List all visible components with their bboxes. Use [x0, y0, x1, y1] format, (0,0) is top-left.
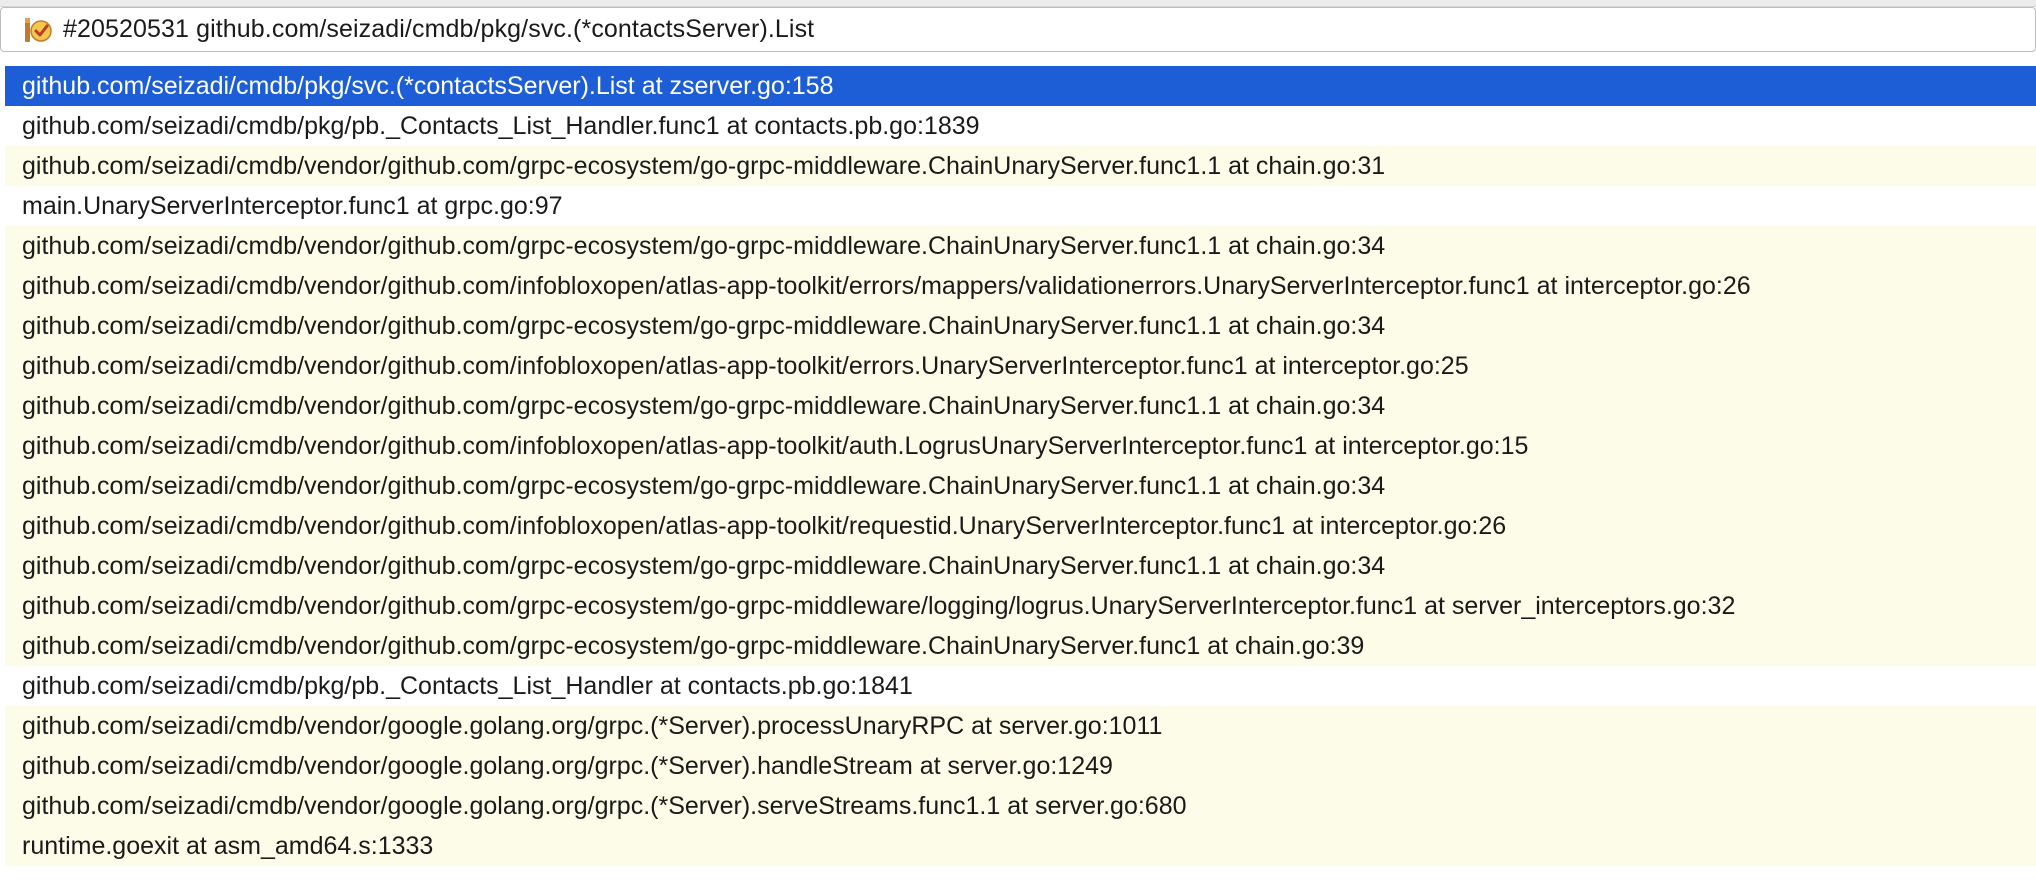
stack-frame[interactable]: runtime.goexit at asm_amd64.s:1333	[5, 826, 2036, 866]
goroutine-icon	[25, 17, 52, 42]
stack-frame[interactable]: github.com/seizadi/cmdb/pkg/pb._Contacts…	[5, 106, 2036, 146]
stack-frame[interactable]: github.com/seizadi/cmdb/vendor/github.co…	[5, 546, 2036, 586]
stack-frame[interactable]: github.com/seizadi/cmdb/vendor/github.co…	[5, 146, 2036, 186]
stack-frame[interactable]: github.com/seizadi/cmdb/vendor/github.co…	[5, 626, 2036, 666]
stack-frame[interactable]: github.com/seizadi/cmdb/vendor/google.go…	[5, 786, 2036, 826]
goroutine-selector-label: #20520531 github.com/seizadi/cmdb/pkg/sv…	[63, 15, 815, 43]
stack-frame[interactable]: github.com/seizadi/cmdb/vendor/github.co…	[5, 306, 2036, 346]
stack-frame[interactable]: github.com/seizadi/cmdb/vendor/github.co…	[5, 266, 2036, 306]
debugger-frames-panel: #20520531 github.com/seizadi/cmdb/pkg/sv…	[0, 0, 2036, 880]
stack-frame[interactable]: github.com/seizadi/cmdb/vendor/github.co…	[5, 226, 2036, 266]
stack-frame[interactable]: github.com/seizadi/cmdb/vendor/google.go…	[5, 706, 2036, 746]
stack-frame[interactable]: github.com/seizadi/cmdb/vendor/github.co…	[5, 586, 2036, 626]
stack-frame[interactable]: github.com/seizadi/cmdb/vendor/github.co…	[5, 426, 2036, 466]
stack-frames-list: github.com/seizadi/cmdb/pkg/svc.(*contac…	[5, 66, 2036, 866]
stack-frame[interactable]: github.com/seizadi/cmdb/vendor/github.co…	[5, 506, 2036, 546]
stack-frame[interactable]: main.UnaryServerInterceptor.func1 at grp…	[5, 186, 2036, 226]
stack-frame[interactable]: github.com/seizadi/cmdb/pkg/pb._Contacts…	[5, 666, 2036, 706]
stack-frame[interactable]: github.com/seizadi/cmdb/vendor/github.co…	[5, 466, 2036, 506]
panel-top-border	[0, 0, 2036, 7]
stack-frame[interactable]: github.com/seizadi/cmdb/vendor/github.co…	[5, 346, 2036, 386]
stack-frame[interactable]: github.com/seizadi/cmdb/vendor/google.go…	[5, 746, 2036, 786]
stack-frame[interactable]: github.com/seizadi/cmdb/vendor/github.co…	[5, 386, 2036, 426]
stack-frame-selected[interactable]: github.com/seizadi/cmdb/pkg/svc.(*contac…	[5, 66, 2036, 106]
goroutine-selector[interactable]: #20520531 github.com/seizadi/cmdb/pkg/sv…	[0, 7, 2036, 52]
